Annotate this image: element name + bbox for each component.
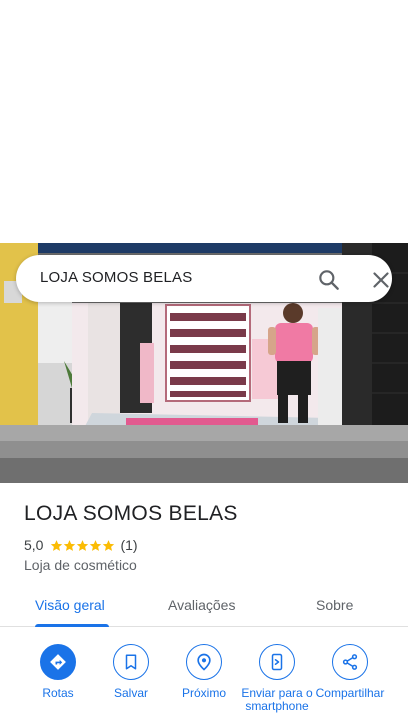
rating-row[interactable]: 5,0 (1) [24,537,138,553]
star-icon [64,539,76,551]
tab-overview[interactable]: Visão geral [35,597,105,613]
directions-icon [50,654,66,670]
share-label: Compartilhar [315,686,385,700]
nearby-button[interactable]: Próximo [167,644,241,700]
search-bar[interactable]: LOJA SOMOS BELAS [16,255,392,302]
place-info-panel: LOJA SOMOS BELAS 5,0 (1) Loja de cosméti… [0,483,408,726]
star-icon [103,539,115,551]
share-icon [342,654,358,670]
close-icon[interactable] [368,267,394,293]
search-icon[interactable] [316,267,342,293]
star-icon [51,539,63,551]
tab-about[interactable]: Sobre [316,597,353,613]
directions-button[interactable]: Rotas [21,644,95,700]
tab-reviews[interactable]: Avaliações [168,597,235,613]
nearby-label: Próximo [181,686,226,700]
share-button[interactable]: Compartilhar [313,644,387,700]
active-tab-indicator [35,624,109,627]
send-to-phone-button[interactable]: Enviar para o smartphone [240,644,314,713]
tab-bar: Visão geral Avaliações Sobre [0,591,408,627]
place-title: LOJA SOMOS BELAS [24,502,238,525]
bookmark-icon [125,654,137,670]
rating-value: 5,0 [24,537,44,553]
send-to-phone-icon [271,653,283,671]
search-input[interactable]: LOJA SOMOS BELAS [40,269,192,286]
send-to-phone-label: Enviar para o smartphone [241,686,313,713]
nearby-icon [197,653,211,671]
place-category: Loja de cosmético [24,557,137,573]
map-blank-area [0,0,408,243]
rating-stars [50,539,115,552]
save-label: Salvar [113,686,148,700]
directions-label: Rotas [42,686,74,700]
save-button[interactable]: Salvar [94,644,168,700]
review-count[interactable]: (1) [120,537,137,553]
star-icon [90,539,102,551]
star-icon [77,539,89,551]
